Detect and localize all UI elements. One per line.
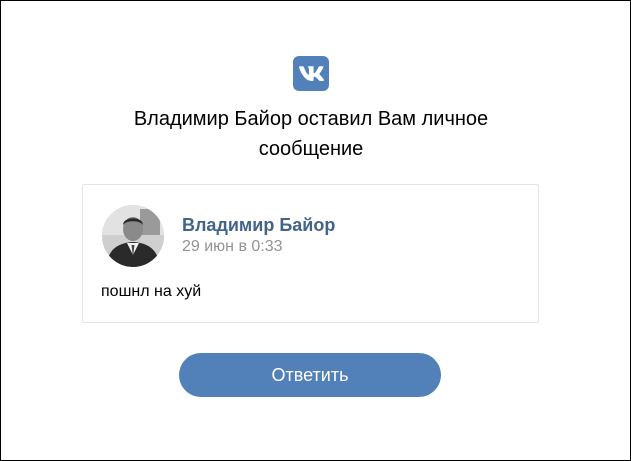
notification-headline: Владимир Байор оставил Вам личное сообще…	[133, 108, 489, 160]
reply-button[interactable]: Ответить	[179, 353, 441, 397]
author-name[interactable]: Владимир Байор	[182, 215, 335, 236]
vk-logo-icon	[293, 56, 329, 91]
message-card: Владимир Байор 29 июн в 0:33 пошнл на ху…	[82, 184, 539, 323]
message-text: пошнл на хуй	[101, 283, 202, 300]
email-frame: Владимир Байор оставил Вам личное сообще…	[0, 0, 631, 461]
author-avatar[interactable]	[102, 205, 164, 267]
message-timestamp: 29 июн в 0:33	[182, 238, 283, 255]
